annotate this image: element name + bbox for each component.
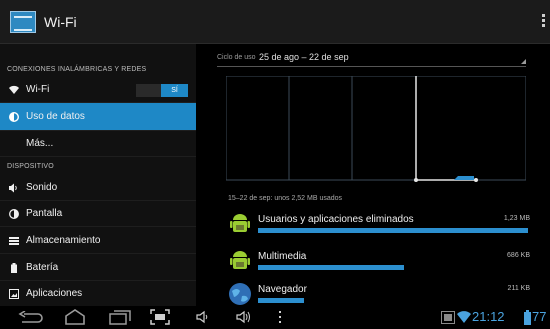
settings-item-label: Uso de datos bbox=[26, 111, 85, 122]
settings-app-icon[interactable] bbox=[10, 11, 36, 33]
recent-apps-icon[interactable] bbox=[108, 310, 132, 325]
app-usage-size: 686 KB bbox=[507, 252, 530, 259]
menu-icon[interactable] bbox=[278, 310, 282, 324]
battery-status-icon bbox=[524, 310, 531, 325]
usage-summary: 15–22 de sep: unos 2,52 MB usados bbox=[228, 195, 343, 202]
android-icon bbox=[230, 214, 250, 232]
status-clock: 21:12 bbox=[472, 309, 505, 324]
usage-cycle-underline bbox=[217, 66, 526, 67]
settings-item-label: Sonido bbox=[26, 182, 58, 193]
app-usage-bar bbox=[258, 265, 404, 270]
settings-item-battery[interactable]: Batería bbox=[0, 255, 196, 281]
graph-frame bbox=[226, 76, 417, 181]
action-bar-title: Wi-Fi bbox=[44, 14, 77, 30]
app-usage-bar bbox=[258, 228, 528, 233]
action-bar: Wi-Fi bbox=[0, 0, 550, 44]
settings-list: CONEXIONES INALÁMBRICAS Y REDES Wi-Fi SÍ… bbox=[0, 44, 196, 307]
app-usage-row[interactable]: Usuarios y aplicaciones eliminados 1,23 … bbox=[228, 212, 532, 242]
battery-icon bbox=[9, 262, 19, 273]
volume-up-icon[interactable] bbox=[236, 310, 252, 324]
system-bar: 21:12 77 bbox=[0, 306, 550, 329]
storage-icon bbox=[9, 236, 19, 246]
notification-screenshot-icon[interactable] bbox=[441, 311, 455, 324]
wifi-icon bbox=[9, 85, 19, 95]
settings-item-sound[interactable]: Sonido bbox=[0, 175, 196, 201]
settings-screen: Wi-Fi CONEXIONES INALÁMBRICAS Y REDES Wi… bbox=[0, 0, 550, 329]
settings-item-label: Aplicaciones bbox=[26, 288, 83, 299]
usage-cycle-dropdown[interactable]: 25 de ago – 22 de sep bbox=[259, 52, 349, 62]
android-icon bbox=[230, 251, 250, 269]
speaker-icon bbox=[9, 183, 19, 193]
apps-icon bbox=[9, 288, 19, 299]
back-icon[interactable] bbox=[18, 311, 44, 325]
overflow-menu-icon[interactable] bbox=[542, 14, 546, 30]
settings-item-more[interactable]: Más... bbox=[0, 131, 196, 157]
app-usage-bar bbox=[258, 298, 304, 303]
settings-item-storage[interactable]: Almacenamiento bbox=[0, 228, 196, 254]
settings-item-data-usage[interactable]: Uso de datos bbox=[0, 103, 196, 131]
data-usage-icon bbox=[8, 111, 20, 122]
dropdown-arrow-icon[interactable] bbox=[521, 59, 526, 64]
graph-range-start-dot[interactable] bbox=[414, 178, 418, 182]
app-name: Multimedia bbox=[258, 251, 307, 262]
settings-item-label: Pantalla bbox=[26, 208, 63, 219]
brightness-icon bbox=[9, 208, 19, 219]
data-usage-panel: Ciclo de uso 25 de ago – 22 de sep 15–22… bbox=[196, 44, 550, 306]
settings-item-display[interactable]: Pantalla bbox=[0, 201, 196, 227]
more-spacer bbox=[9, 139, 19, 149]
settings-item-label: Almacenamiento bbox=[26, 235, 101, 246]
settings-item-label: Más... bbox=[26, 138, 54, 149]
wifi-toggle-state: SÍ bbox=[161, 84, 188, 97]
graph-range-end-dot[interactable] bbox=[474, 178, 478, 182]
screenshot-icon[interactable] bbox=[150, 309, 170, 325]
app-name: Navegador bbox=[258, 284, 307, 295]
app-usage-size: 211 KB bbox=[507, 285, 530, 292]
battery-percentage: 77 bbox=[532, 309, 547, 324]
app-name: Usuarios y aplicaciones eliminados bbox=[258, 214, 414, 225]
graph-usage-area bbox=[454, 176, 474, 180]
settings-item-apps[interactable]: Aplicaciones bbox=[0, 281, 196, 307]
usage-cycle-label: Ciclo de uso bbox=[217, 54, 256, 61]
usage-graph[interactable] bbox=[226, 76, 526, 182]
wifi-toggle[interactable]: SÍ bbox=[136, 84, 188, 97]
home-icon[interactable] bbox=[64, 309, 86, 325]
app-usage-row[interactable]: Multimedia 686 KB bbox=[228, 249, 532, 279]
settings-item-label: Batería bbox=[26, 262, 59, 273]
settings-item-label: Wi-Fi bbox=[26, 84, 50, 95]
wifi-signal-icon bbox=[457, 311, 471, 323]
app-usage-size: 1,23 MB bbox=[503, 215, 530, 222]
volume-down-icon[interactable] bbox=[196, 310, 210, 324]
settings-item-wifi[interactable]: Wi-Fi SÍ bbox=[0, 77, 196, 103]
section-header-device: DISPOSITIVO bbox=[7, 163, 54, 170]
graph-outline bbox=[226, 76, 526, 181]
globe-icon bbox=[229, 283, 251, 305]
section-header-wireless: CONEXIONES INALÁMBRICAS Y REDES bbox=[7, 66, 147, 73]
